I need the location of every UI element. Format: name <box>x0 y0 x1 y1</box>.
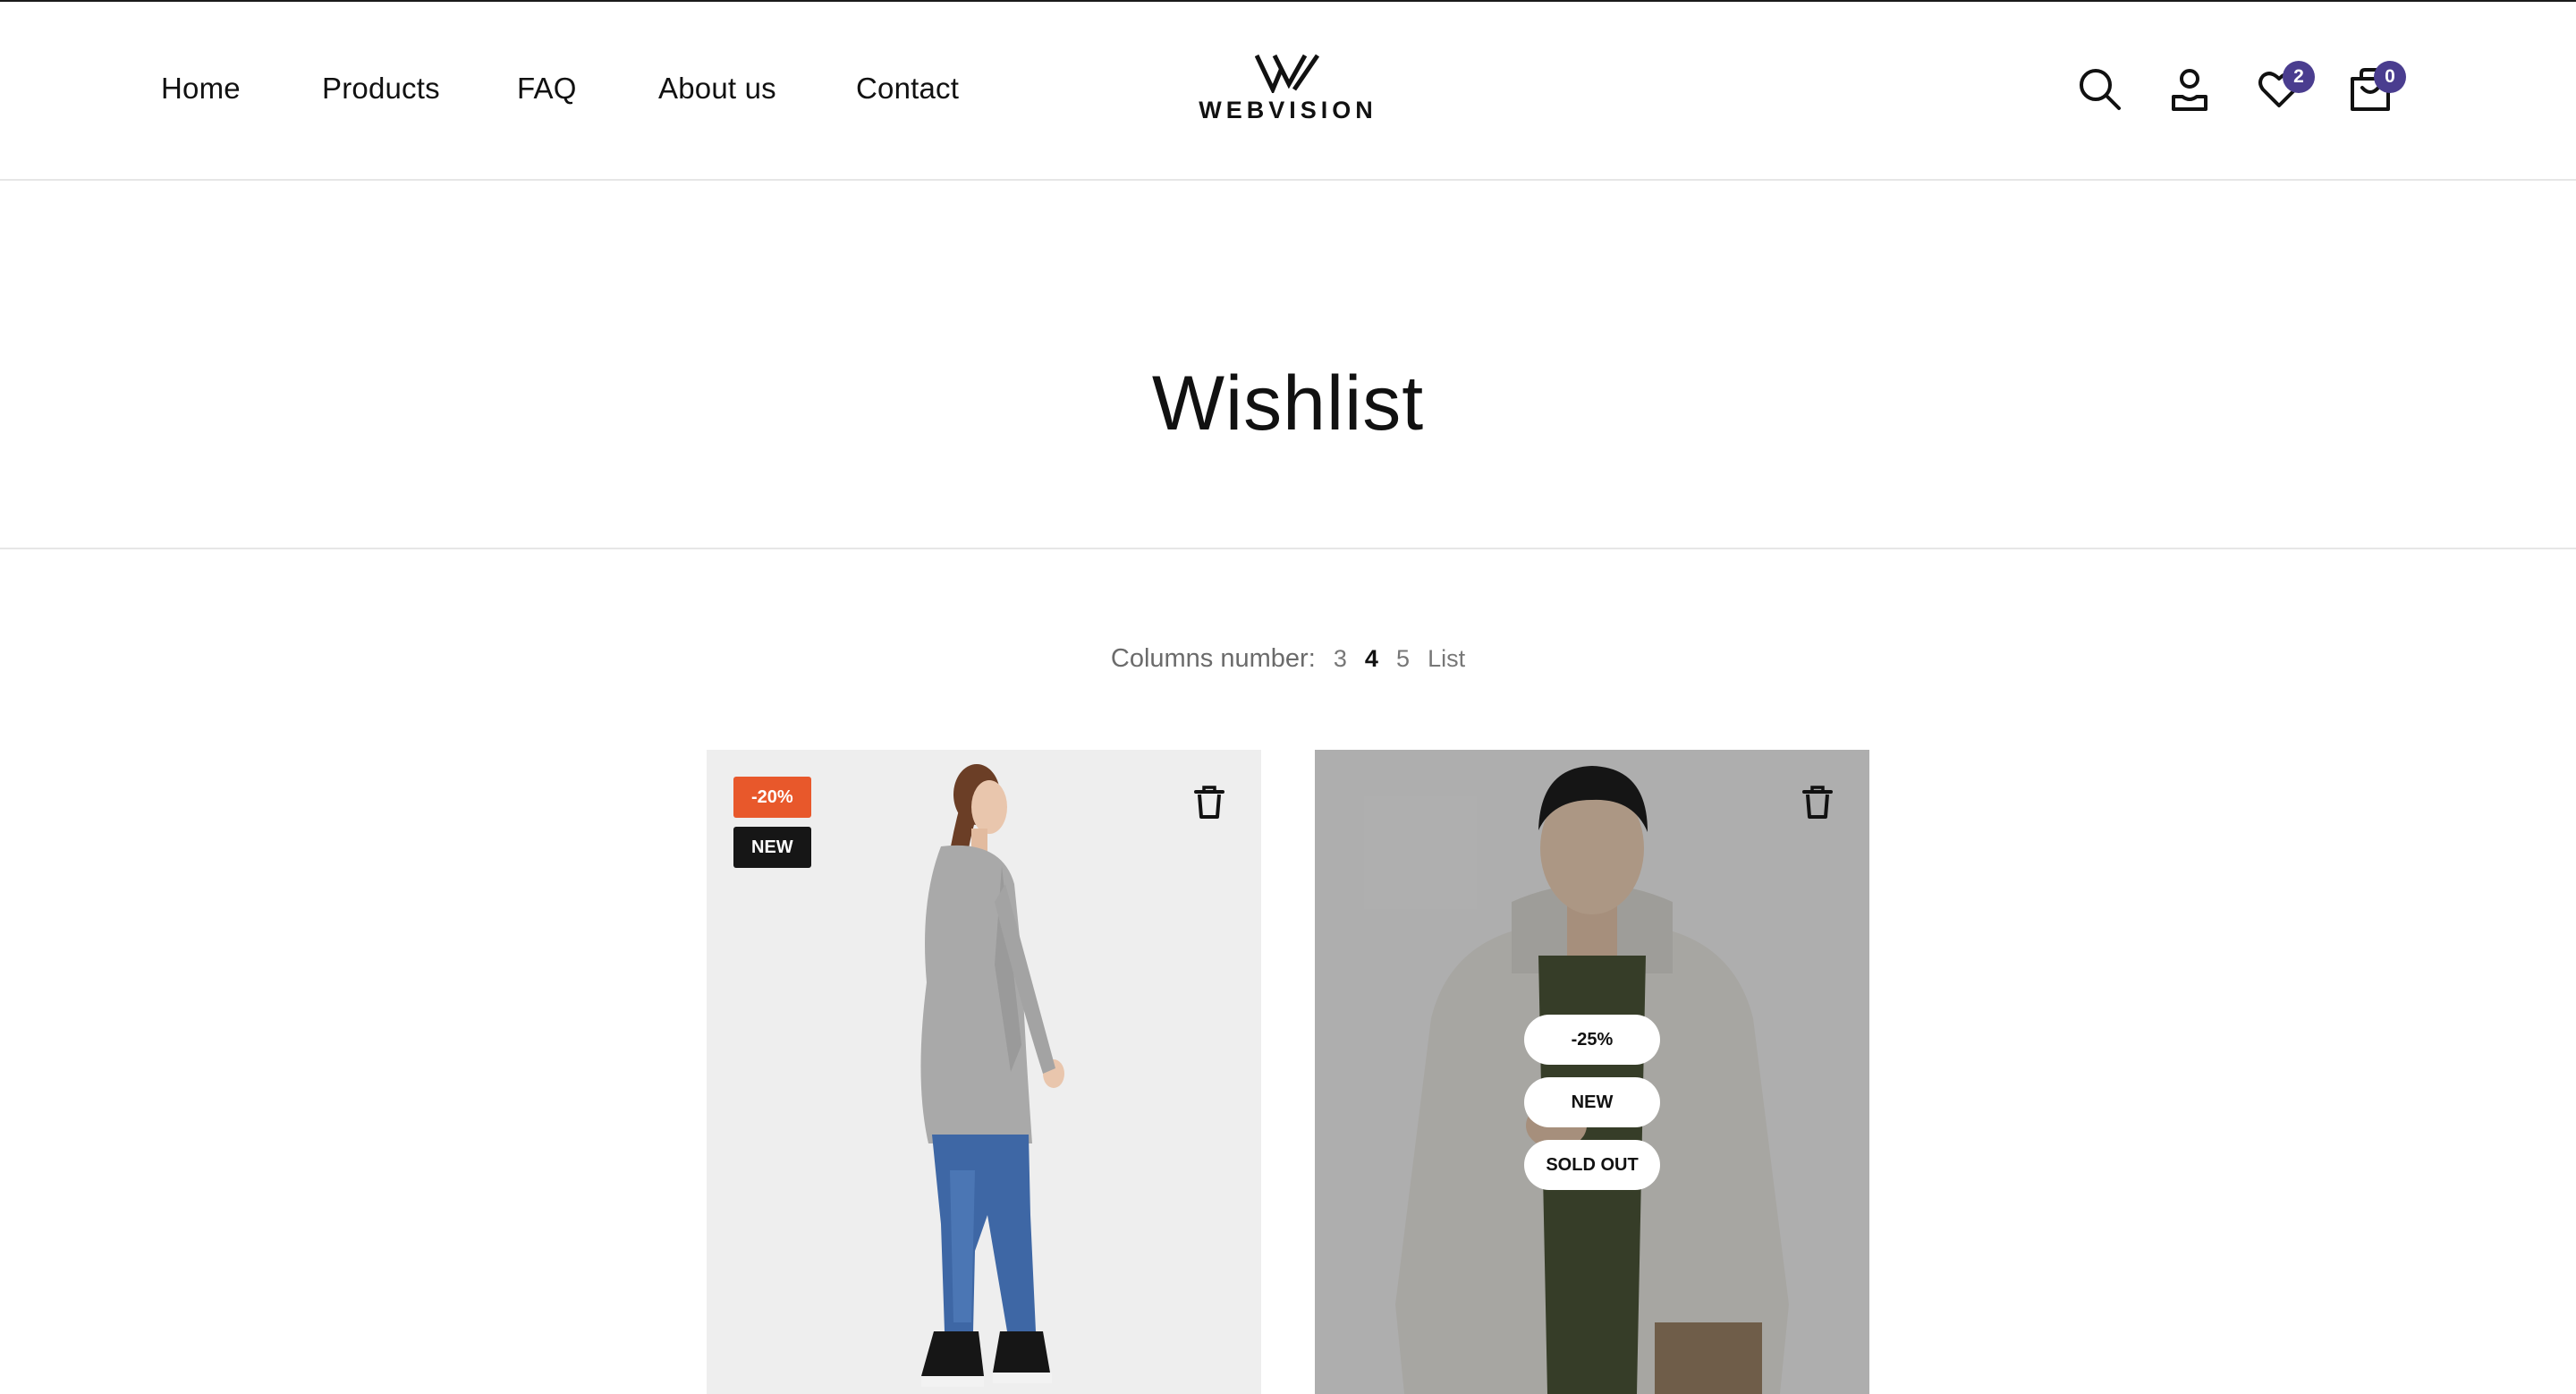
columns-label: Columns number: <box>1110 644 1316 673</box>
page-title-band: Wishlist <box>0 181 2576 549</box>
discount-badge: -20% <box>733 777 811 818</box>
remove-from-wishlist-button[interactable] <box>1191 784 1227 820</box>
search-icon <box>2080 69 2121 110</box>
columns-option-5[interactable]: 5 <box>1396 645 1410 672</box>
cart-button[interactable]: 0 <box>2347 61 2406 113</box>
columns-option-4[interactable]: 4 <box>1365 645 1378 672</box>
account-icon <box>2172 69 2207 111</box>
columns-option-list[interactable]: List <box>1428 645 1465 672</box>
columns-option-3[interactable]: 3 <box>1334 645 1347 672</box>
cart-count-badge: 0 <box>2374 61 2406 93</box>
remove-from-wishlist-button[interactable] <box>1800 784 1835 820</box>
wishlist-count-badge: 2 <box>2283 61 2315 93</box>
header-icons: 2 0 <box>0 61 2576 120</box>
new-badge: NEW <box>1524 1077 1660 1127</box>
site-header: Home Products FAQ About us Contact WEBVI… <box>0 2 2576 181</box>
sold-out-overlay <box>1315 750 1869 1394</box>
wishlist-button[interactable]: 2 <box>2256 61 2315 113</box>
wishlist-product-card[interactable]: -25% NEW SOLD OUT <box>1315 750 1869 1394</box>
sold-out-badge: SOLD OUT <box>1524 1140 1660 1190</box>
trash-icon <box>1802 786 1833 819</box>
page-title: Wishlist <box>1151 360 1425 446</box>
discount-badge: -25% <box>1524 1015 1660 1065</box>
new-badge: NEW <box>733 827 811 868</box>
trash-icon <box>1194 786 1224 819</box>
search-button[interactable] <box>2077 66 2123 113</box>
account-button[interactable] <box>2166 66 2213 113</box>
wishlist-product-card[interactable]: -20% NEW <box>707 750 1261 1394</box>
columns-selector: Columns number: 3 4 5 List <box>0 644 2576 674</box>
